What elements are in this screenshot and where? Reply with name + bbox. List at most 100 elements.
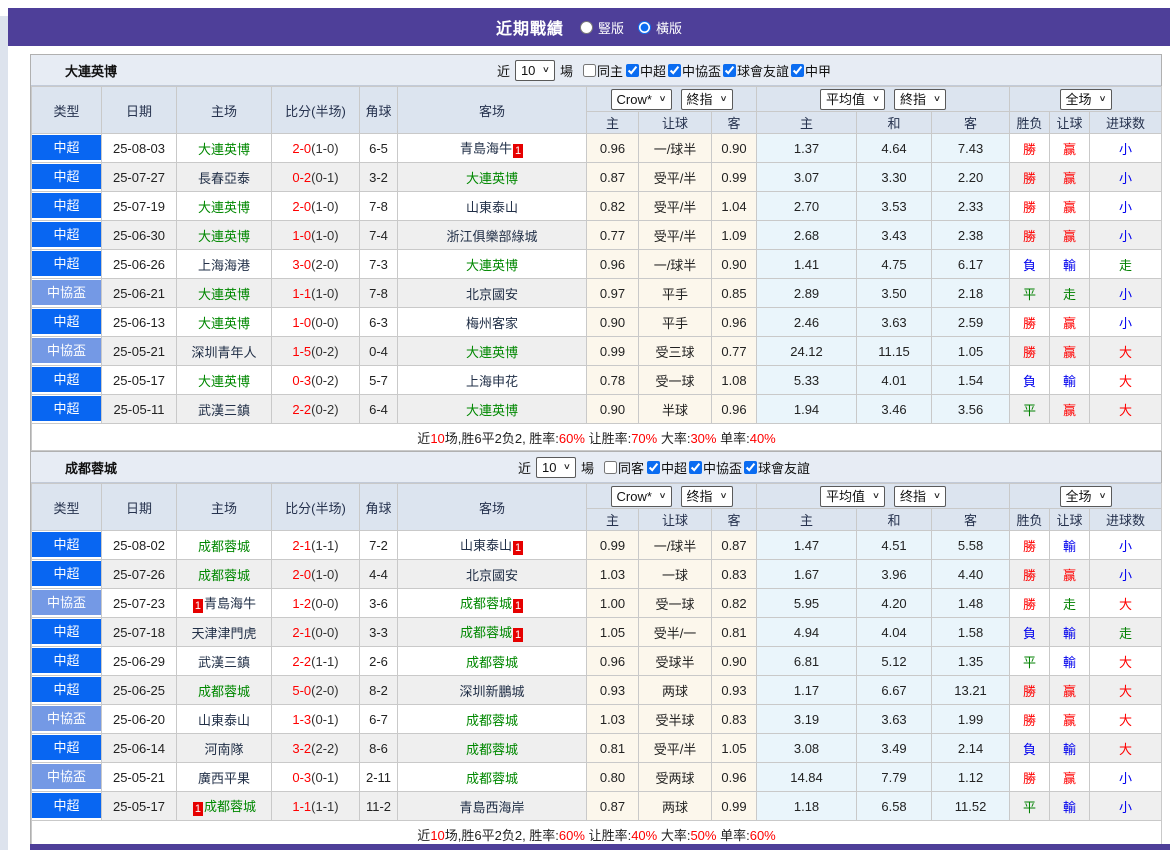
away-team: 成都蓉城	[397, 762, 587, 792]
league-checkbox-input[interactable]	[723, 63, 737, 77]
avg-draw: 3.63	[856, 307, 933, 337]
corner-count: 6-7	[359, 704, 398, 734]
results-table: 类型 日期 主场 比分(半场) 角球 客场 Crow* 終指 平均值	[30, 86, 1163, 451]
league-badge: 中超	[32, 251, 101, 276]
avg-draw: 7.79	[856, 762, 933, 792]
bookmaker-select[interactable]: Crow*	[611, 486, 671, 506]
league-badge: 中超	[32, 561, 101, 586]
league-checkbox-input[interactable]	[744, 460, 758, 474]
league-filter-checkbox[interactable]: 中超	[647, 458, 687, 477]
rounds-select[interactable]: 10	[515, 60, 554, 80]
vertical-radio-input[interactable]	[579, 20, 593, 34]
league-type-cell: 中超	[31, 646, 102, 676]
team-section-chengdu: 成都蓉城 近 10 場 同客 中超中協盃球會友誼	[30, 451, 1163, 848]
average-select[interactable]: 平均值	[821, 486, 885, 506]
result-goals: 走	[1089, 617, 1163, 647]
match-row: 中超 25-05-11 武漢三鎮 2-2(0-2) 6-4 大連英博 0.90 半球 0.96 1…	[31, 394, 1163, 424]
avg-home: 6.81	[756, 646, 858, 676]
average-select[interactable]: 平均值	[821, 89, 885, 109]
league-filter-checkbox[interactable]: 中協盃	[689, 458, 742, 477]
same-venue-checkbox[interactable]: 同客	[603, 458, 644, 477]
league-type-cell: 中超	[31, 133, 102, 163]
league-checkbox-input[interactable]	[625, 63, 639, 77]
corner-count: 6-3	[359, 307, 398, 337]
home-team: 大連英博	[176, 220, 272, 250]
league-checkbox-input[interactable]	[689, 460, 703, 474]
away-team: 大連英博	[397, 394, 587, 424]
bookmaker-select[interactable]: Crow*	[611, 89, 671, 109]
league-badge: 中超	[32, 735, 101, 760]
league-badge: 中超	[32, 532, 101, 557]
odds-home: 1.03	[586, 559, 639, 589]
odds-stage-select-wrap: 終指	[680, 88, 733, 110]
avg-away: 1.54	[931, 365, 1011, 395]
result-outcome: 勝	[1009, 307, 1051, 337]
horizontal-radio-input[interactable]	[638, 20, 651, 34]
avg-home: 5.95	[756, 588, 858, 618]
odds-away: 1.08	[710, 365, 758, 395]
league-checkbox-input[interactable]	[791, 63, 805, 77]
team-label: 山東泰山	[459, 538, 512, 553]
period-select[interactable]: 全场	[1060, 89, 1111, 109]
score-cell: 2-0(1-0)	[271, 191, 360, 221]
league-type-cell: 中超	[31, 220, 102, 250]
summary-row: 近10场,胜6平2负2, 胜率:60% 让胜率:70% 大率:30% 单率:40…	[30, 423, 1163, 451]
league-filter-checkbox[interactable]: 球會友誼	[744, 458, 810, 477]
corner-count: 7-2	[359, 530, 398, 560]
league-type-cell: 中超	[31, 530, 102, 560]
result-goals: 大	[1089, 733, 1163, 763]
league-checkbox-input[interactable]	[668, 63, 681, 77]
avg-draw: 4.75	[856, 249, 933, 279]
odds-stage-select[interactable]: 终指	[681, 486, 732, 506]
col-date: 日期	[101, 86, 177, 134]
league-filter-checkbox[interactable]: 中超	[625, 61, 666, 80]
match-row: 中超 25-06-29 武漢三鎮 2-2(1-1) 2-6 成都蓉城 0.96 受球半 0.90…	[31, 646, 1163, 676]
result-outcome: 勝	[1009, 133, 1051, 163]
league-filter-checkbox[interactable]: 球會友誼	[723, 61, 789, 80]
league-type-cell: 中協盃	[31, 704, 102, 734]
matches-label: 場	[580, 460, 594, 476]
same-venue-input[interactable]	[603, 460, 617, 474]
horizontal-layout-radio[interactable]: 橫版	[638, 18, 682, 37]
away-team: 青島海牛 1	[397, 133, 587, 163]
avg-stage-select[interactable]: 终指	[895, 486, 946, 506]
match-row: 中協盃 25-06-21 大連英博 1-1(1-0) 7-8 北京國安 0.97 平手 0.85…	[31, 278, 1163, 308]
same-venue-input[interactable]	[582, 63, 596, 77]
odds-home: 0.96	[586, 249, 639, 279]
league-type-cell: 中超	[31, 191, 102, 221]
match-date: 25-06-26	[101, 249, 177, 279]
team-label: 成都蓉城	[465, 654, 518, 670]
match-row: 中超 25-06-14 河南隊 3-2(2-2) 8-6 成都蓉城 0.81 受平/半 1.05…	[31, 733, 1163, 763]
score-cell: 1-0(0-0)	[271, 307, 360, 337]
odds-stage-select[interactable]: 終指	[681, 89, 732, 109]
avg-draw: 6.58	[856, 791, 933, 821]
col-corner: 角球	[359, 86, 398, 134]
period-select[interactable]: 全场	[1060, 486, 1111, 506]
sub-away-odds: 客	[710, 111, 758, 134]
league-filter-checkbox[interactable]: 中協盃	[668, 61, 721, 80]
score-cell: 3-2(2-2)	[271, 733, 360, 763]
result-handicap: 走	[1049, 278, 1091, 308]
league-filter-checkbox[interactable]: 中甲	[791, 61, 831, 80]
score-cell: 2-2(0-2)	[271, 394, 360, 424]
vertical-layout-radio[interactable]: 豎版	[579, 18, 624, 37]
result-handicap: 赢	[1049, 307, 1091, 337]
left-margin-strip	[0, 16, 8, 850]
away-team: 梅州客家	[397, 307, 587, 337]
rounds-select[interactable]: 10	[536, 457, 575, 477]
red-card-badge: 1	[513, 628, 523, 642]
match-date: 25-07-19	[101, 191, 177, 221]
result-goals: 小	[1089, 559, 1163, 589]
recent-results-panel: 大連英博 近 10 場 同主 中超中協盃球會友誼中甲	[30, 54, 1163, 849]
handicap-line: 受半球	[638, 704, 712, 734]
odds-away: 0.82	[710, 588, 758, 618]
result-goals: 小	[1089, 220, 1163, 250]
corner-count: 8-6	[359, 733, 398, 763]
avg-stage-select[interactable]: 終指	[895, 89, 946, 109]
handicap-line: 受平/半	[638, 733, 712, 763]
result-outcome: 勝	[1009, 704, 1051, 734]
result-outcome: 平	[1009, 646, 1051, 676]
same-venue-checkbox[interactable]: 同主	[582, 61, 623, 80]
score-cell: 2-0(1-0)	[271, 133, 360, 163]
league-checkbox-input[interactable]	[647, 460, 660, 474]
